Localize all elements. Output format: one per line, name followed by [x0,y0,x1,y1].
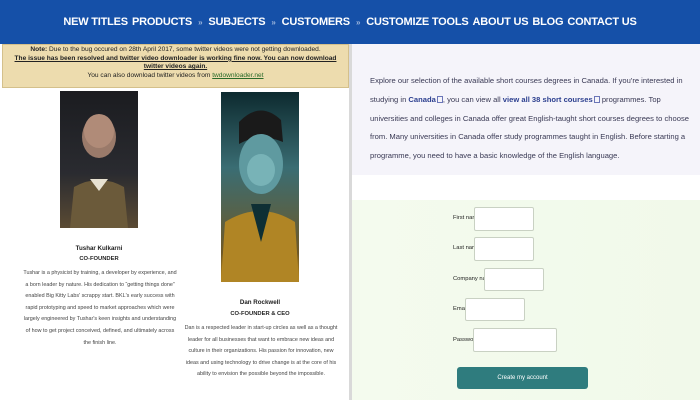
person-bio: Dan is a respected leader in start-up ci… [184,325,338,378]
first-name-input[interactable] [474,207,534,231]
nav-contact-us[interactable]: CONTACT US [567,16,636,28]
email-input[interactable] [465,298,525,321]
notice-line-1: Note: Due to the bug occured on 28th Apr… [6,46,345,55]
nav-separator: » [198,17,203,27]
create-account-button[interactable]: Create my account [457,367,588,389]
nav-customers[interactable]: CUSTOMERS [282,16,350,28]
view-all-courses-label: view all 38 short courses [502,94,593,104]
person-role: CO-FOUNDER [79,256,119,262]
last-name-input[interactable] [474,237,534,261]
courses-intro-panel: Explore our selection of the available s… [352,44,700,175]
intro-text-part: , you can view all [442,94,503,104]
company-name-input[interactable] [484,268,544,291]
twdownloader-link[interactable]: twdownloader.net [212,72,263,79]
person-name: Dan Rockwell [239,299,281,306]
canada-link[interactable]: Canada [408,94,443,104]
portrait-image [70,114,128,228]
intro-text-part: programmes. Top universities and college… [370,94,689,161]
canada-link-label: Canada [408,94,436,104]
notice-banner: Note: Due to the bug occured on 28th Apr… [2,44,349,88]
person-bio: Tushar is a physicist by training, a dev… [23,270,177,346]
nav-subjects[interactable]: SUBJECTS [208,16,265,28]
top-navigation: NEW TITLES PRODUCTS » SUBJECTS » CUSTOME… [0,0,700,44]
nav-separator: » [355,17,361,27]
nav-customize-tools[interactable]: CUSTOMIZE TOOLS [366,16,469,28]
nav-separator: » [271,17,276,27]
nav-blog[interactable]: BLOG [532,16,563,28]
notice-line-2: The issue has been resolved and twitter … [14,54,337,71]
person-role: CO-FOUNDER & CEO [230,311,290,317]
notice-label: Note: [30,46,48,53]
courses-intro-text: Explore our selection of the available s… [370,72,690,166]
portrait-image [221,110,299,282]
nav-new-titles[interactable]: NEW TITLES [63,16,128,28]
nav-products[interactable]: PRODUCTS [132,16,192,28]
password-input[interactable] [473,328,557,352]
nav-about-us[interactable]: ABOUT US [473,16,529,28]
notice-text: Due to the bug occured on 28th April 201… [47,46,321,53]
person-name: Tushar Kulkarni [75,245,123,252]
view-all-courses-link[interactable]: view all 38 short courses [503,95,600,104]
person-photo-dan [221,92,299,282]
notice-text-3: You can also download twitter videos fro… [87,72,213,80]
person-photo-tushar [60,91,138,228]
section-gap [352,175,700,200]
notice-line-3: You can also download twitter videos fro… [6,72,345,81]
